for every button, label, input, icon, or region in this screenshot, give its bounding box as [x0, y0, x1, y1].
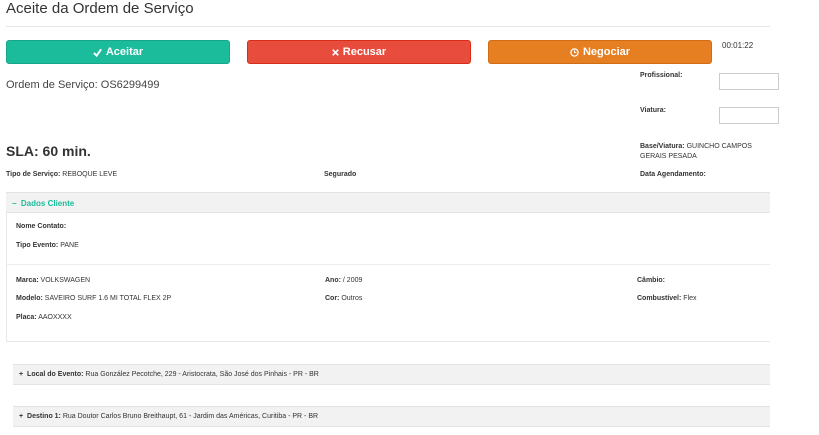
clock-icon	[570, 47, 579, 57]
professional-input[interactable]	[719, 73, 779, 90]
service-type: Tipo de Serviço: REBOQUE LEVE	[6, 171, 117, 178]
client-section-title: Dados Cliente	[20, 199, 75, 208]
accept-button[interactable]: Aceitar	[6, 40, 230, 64]
vehicle-gear: Câmbio:	[637, 277, 665, 284]
vehicle-label: Viatura:	[640, 107, 666, 114]
title-divider	[6, 26, 770, 27]
page-title: Aceite da Ordem de Serviço	[6, 0, 194, 17]
vehicle-input[interactable]	[719, 107, 779, 124]
professional-label: Profissional:	[640, 72, 683, 79]
contact-name: Nome Contato:	[16, 223, 67, 230]
vehicle-fuel: Combustível: Flex	[637, 295, 697, 302]
service-type-value: REBOQUE LEVE	[62, 171, 118, 178]
plus-icon: +	[19, 413, 24, 420]
event-location-header[interactable]: + Local do Evento: Rua González Pecotche…	[13, 364, 770, 385]
order-number: Ordem de Serviço: OS6299499	[6, 79, 160, 91]
sla-text: SLA: 60 min.	[6, 143, 91, 159]
destination-header[interactable]: + Destino 1: Rua Doutor Carlos Bruno Bre…	[13, 406, 770, 427]
refuse-label: Recusar	[342, 46, 387, 58]
timer: 00:01:22	[722, 41, 754, 50]
negotiate-label: Negociar	[582, 46, 631, 58]
vehicle-brand: Marca: VOLKSWAGEN	[16, 277, 91, 284]
service-type-label: Tipo de Serviço:	[6, 171, 61, 178]
vehicle-year: Ano: / 2009	[325, 277, 363, 284]
refuse-button[interactable]: Recusar	[247, 40, 471, 64]
negotiate-button[interactable]: Negociar	[488, 40, 712, 64]
plus-icon: +	[19, 371, 24, 378]
x-icon	[331, 48, 339, 56]
destination-label: Destino 1:	[27, 413, 61, 420]
section-divider	[6, 264, 770, 265]
minus-icon: −	[12, 199, 17, 208]
check-icon	[93, 48, 102, 57]
schedule-label: Data Agendamento:	[640, 171, 706, 178]
client-section-header[interactable]: − Dados Cliente	[6, 192, 770, 213]
insured-label: Segurado	[324, 171, 357, 178]
base-vehicle-info: Base/Viatura: GUINCHO CAMPOS GERAIS PESA…	[640, 142, 780, 162]
event-location-label: Local do Evento:	[27, 371, 84, 378]
destination-value: Rua Doutor Carlos Bruno Breithaupt, 61 -…	[62, 413, 319, 420]
event-type: Tipo Evento: PANE	[16, 242, 79, 249]
base-label: Base/Viatura:	[640, 143, 685, 150]
vehicle-plate: Placa: AAOXXXX	[16, 314, 72, 321]
accept-label: Aceitar	[105, 46, 144, 58]
vehicle-color: Cor: Outros	[325, 295, 363, 302]
event-location-value: Rua González Pecotche, 229 - Aristocrata…	[85, 371, 319, 378]
vehicle-model: Modelo: SAVEIRO SURF 1.6 MI TOTAL FLEX 2…	[16, 295, 172, 302]
